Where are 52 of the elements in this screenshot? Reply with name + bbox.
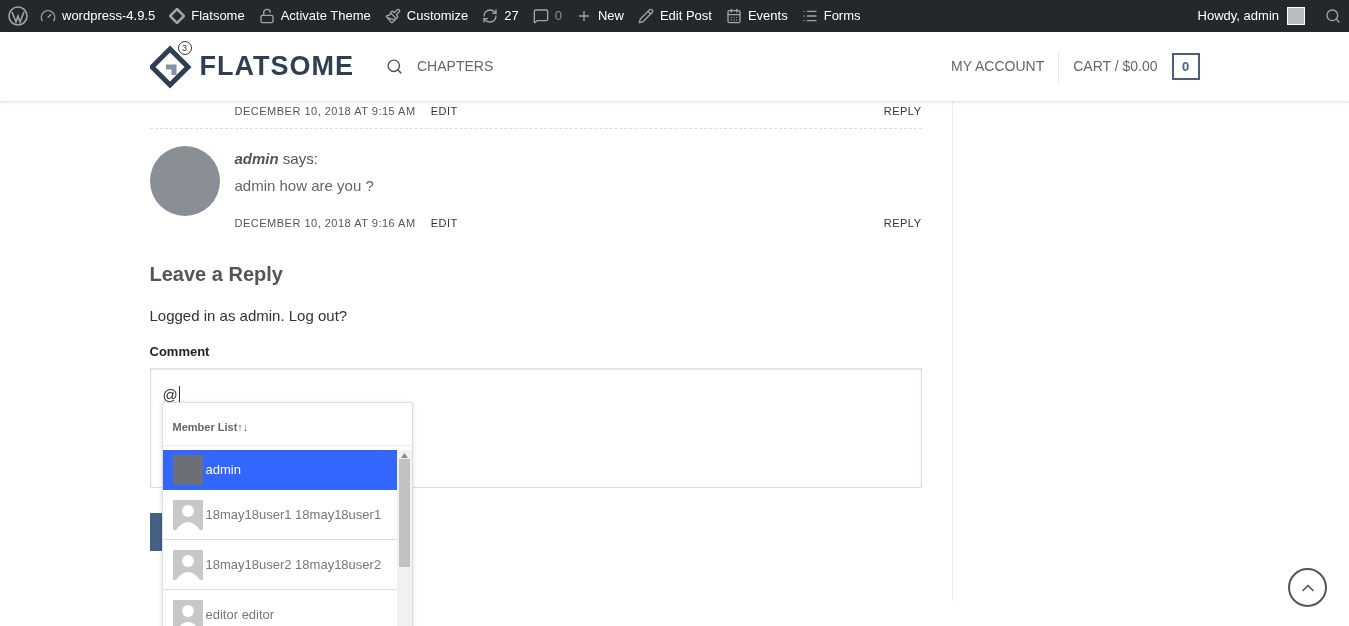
search-icon[interactable] (1325, 8, 1341, 24)
comment-icon (532, 8, 549, 24)
wordpress-logo-icon[interactable] (8, 6, 28, 26)
dashboard-icon (40, 8, 56, 24)
admin-bar-link[interactable]: 27 (482, 6, 519, 26)
admin-bar-link[interactable]: Edit Post (637, 6, 712, 26)
default-avatar-icon (172, 499, 203, 530)
comment-says: says: (282, 149, 318, 167)
admin-bar-link[interactable]: Forms (801, 6, 861, 26)
nav-link[interactable]: CHAPTERS (417, 56, 494, 77)
member-option[interactable]: admin (162, 450, 397, 490)
cart-count[interactable]: 0 (1171, 53, 1200, 80)
reply-link[interactable]: REPLY (883, 214, 922, 231)
avatar-photo-placeholder (172, 454, 203, 485)
comment-date: DECEMBER 10, 2018 AT 9:15 AM (234, 104, 416, 119)
logo-icon (149, 44, 194, 89)
admin-bar-link[interactable]: 0 (532, 6, 562, 26)
reply-heading: Leave a Reply (149, 262, 284, 287)
pencil-icon (637, 8, 654, 24)
member-option[interactable]: editor editor (162, 590, 397, 626)
paintbrush-icon (384, 8, 401, 24)
comment-author[interactable]: admin (234, 149, 279, 167)
forms-icon (801, 8, 818, 24)
admin-bar-link[interactable]: wordpress-4.9.5 (40, 6, 156, 26)
account-link[interactable]: MY ACCOUNT (951, 56, 1045, 77)
reply-link[interactable]: REPLY (883, 103, 922, 120)
comment-text: admin how are you ? (234, 176, 375, 196)
unlock-icon (258, 8, 275, 24)
admin-bar-link[interactable]: Activate Theme (258, 6, 371, 26)
admin-bar-link[interactable]: Events (725, 6, 788, 26)
comment-label: Comment (149, 342, 211, 361)
admin-bar-link[interactable]: Flatsome (169, 6, 245, 26)
admin-bar-link[interactable]: Customize (384, 6, 469, 26)
edit-link[interactable]: EDIT (430, 103, 458, 120)
version-badge: 3 (177, 40, 192, 55)
search-icon[interactable] (386, 58, 403, 75)
user-avatar (1287, 7, 1305, 25)
scroll-to-top-button[interactable] (1288, 568, 1327, 607)
edit-link[interactable]: EDIT (430, 214, 458, 231)
diamond-logo-icon (169, 8, 186, 24)
cart-link[interactable]: CART / $0.00 (1073, 56, 1158, 77)
default-avatar-icon (172, 549, 203, 580)
member-list-title: Member List↑↓ (172, 421, 249, 433)
admin-bar-link[interactable]: New (575, 6, 624, 26)
member-option[interactable]: 18may18user2 18may18user2 (162, 540, 397, 590)
calendar-icon (725, 8, 742, 24)
scrollbar[interactable] (396, 450, 412, 626)
account-link[interactable]: Howdy, admin (1197, 6, 1279, 26)
comment-date: DECEMBER 10, 2018 AT 9:16 AM (234, 215, 416, 231)
logged-in-text: Logged in as admin. Log out? (149, 306, 349, 326)
refresh-icon (482, 8, 499, 24)
member-option[interactable]: 18may18user1 18may18user1 (162, 490, 397, 540)
